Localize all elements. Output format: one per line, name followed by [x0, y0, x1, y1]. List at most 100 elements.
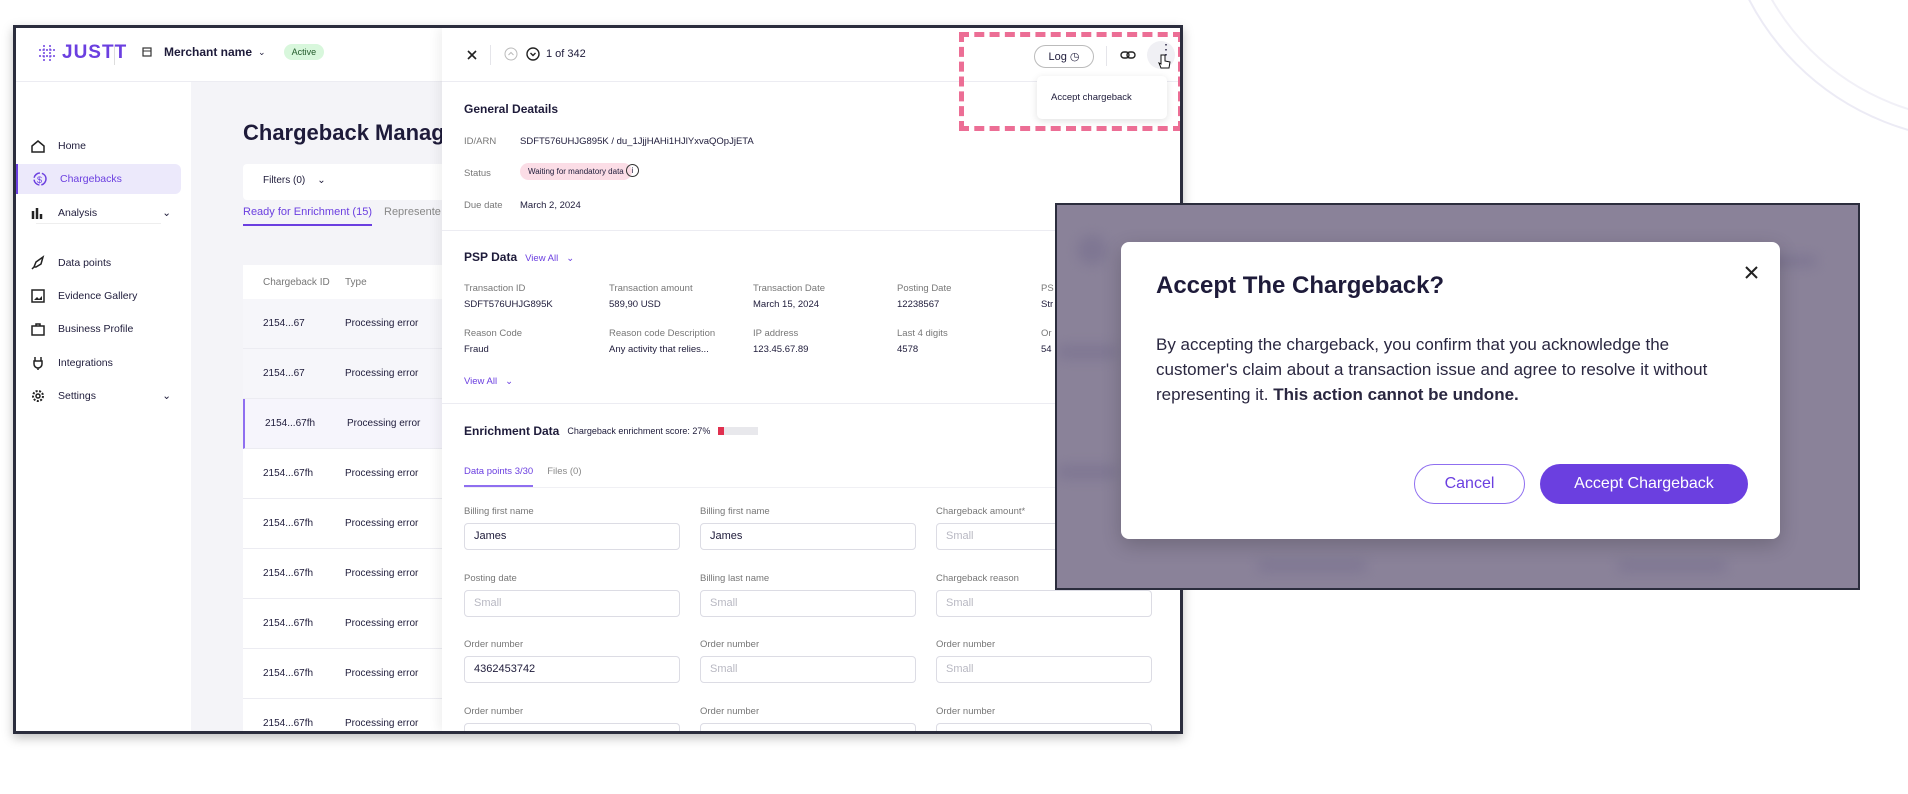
form-field: Order number Small	[936, 639, 1152, 683]
text-input[interactable]: Small	[936, 656, 1152, 683]
sidebar-item-home[interactable]: Home	[16, 131, 181, 161]
chargeback-id: 2154...67fh	[263, 468, 314, 479]
view-all-link[interactable]: View All	[525, 253, 558, 264]
text-input[interactable]: Small	[700, 656, 916, 683]
psp-field: Reason Code Fraud	[464, 328, 523, 355]
merchant-selector[interactable]: Merchant name	[164, 45, 252, 59]
form-field: Posting date Small	[464, 573, 680, 617]
chargeback-type: Processing error	[345, 518, 419, 529]
sidebar-item-evidence-gallery[interactable]: Evidence Gallery	[16, 281, 181, 311]
text-input[interactable]: James	[464, 523, 680, 550]
text-input[interactable]	[464, 723, 680, 731]
text-input[interactable]	[700, 723, 916, 731]
decorative-arcs	[1748, 0, 1908, 131]
chevron-down-icon[interactable]: ⌄	[258, 47, 266, 58]
tab-files[interactable]: Files (0)	[547, 466, 581, 487]
form-field: Order number	[936, 706, 1152, 731]
plug-icon	[33, 357, 43, 370]
chargeback-id: 2154...67fh	[263, 568, 314, 579]
psp-field: Or 54	[1041, 328, 1052, 355]
form-field: Billing first name James	[700, 506, 916, 550]
id-arn-value: SDFT576UHJG895K / du_1JjjHAHi1HJlYxvaQOp…	[520, 136, 754, 147]
sidebar-item-data-points[interactable]: Data points	[16, 248, 181, 278]
accept-chargeback-dialog: Accept The Chargeback? By accepting the …	[1121, 242, 1780, 539]
chargeback-type: Processing error	[345, 318, 419, 329]
tab-data-points[interactable]: Data points 3/30	[464, 466, 534, 487]
view-all-link[interactable]: View All ⌄	[464, 376, 513, 387]
status-badge: Waiting for mandatory data	[520, 163, 632, 180]
column-header[interactable]: Type	[345, 277, 367, 288]
svg-text:$: $	[37, 175, 42, 185]
psp-field: Transaction ID SDFT576UHJG895K	[464, 283, 553, 310]
chargeback-id: 2154...67fh	[263, 518, 314, 529]
general-details-heading: General Deatails	[464, 102, 559, 116]
chevron-down-circle-icon[interactable]	[526, 47, 540, 61]
page-title: Chargeback Manage	[243, 120, 457, 145]
chargeback-id: 2154...67	[263, 318, 305, 329]
info-icon[interactable]: i	[626, 164, 639, 177]
chargeback-id: 2154...67fh	[263, 618, 314, 629]
score-bar	[718, 427, 759, 435]
chevron-down-icon[interactable]: ⌄	[162, 390, 171, 402]
sidebar: Home $ Chargebacks Analysis ⌄ Data points Evid…	[16, 82, 191, 731]
chevron-down-icon[interactable]: ⌄	[162, 207, 171, 219]
chargeback-id: 2154...67fh	[263, 718, 314, 729]
chargeback-id: 2154...67fh	[263, 668, 314, 679]
form-field: Order number	[464, 706, 680, 731]
chargeback-type: Processing error	[345, 668, 419, 679]
logo-grid-icon	[39, 45, 55, 61]
dialog-title: Accept The Chargeback?	[1156, 272, 1445, 299]
psp-data-heading: PSP Data	[464, 250, 518, 264]
gear-icon	[32, 390, 44, 402]
store-icon	[142, 47, 152, 57]
dialog-body: By accepting the chargeback, you confirm…	[1156, 335, 1708, 404]
text-input[interactable]: Small	[464, 590, 680, 617]
sidebar-item-integrations[interactable]: Integrations	[16, 348, 181, 378]
chargeback-type: Processing error	[345, 718, 419, 729]
close-icon[interactable]	[1745, 266, 1758, 279]
highlight-box	[959, 32, 1180, 131]
sidebar-item-chargebacks[interactable]: $ Chargebacks	[16, 164, 181, 194]
tab-represented[interactable]: Represente	[384, 206, 441, 226]
psp-field: Transaction amount 589,90 USD	[609, 283, 693, 310]
sidebar-item-business-profile[interactable]: Business Profile	[16, 314, 181, 344]
chargeback-type: Processing error	[345, 568, 419, 579]
sidebar-item-label: Analysis	[58, 207, 98, 219]
column-header[interactable]: Chargeback ID	[263, 277, 345, 288]
pager-label: 1 of 342	[546, 48, 586, 60]
tab-ready-for-enrichment[interactable]: Ready for Enrichment (15)	[243, 206, 372, 226]
sidebar-item-label: Business Profile	[58, 323, 134, 335]
chargeback-id: 2154...67	[263, 368, 305, 379]
close-icon[interactable]	[466, 49, 478, 61]
sidebar-item-label: Settings	[58, 390, 96, 402]
chargeback-type: Processing error	[345, 468, 419, 479]
text-input[interactable]: 4362453742	[464, 656, 680, 683]
chevron-up-icon[interactable]	[504, 47, 518, 61]
text-input[interactable]: James	[700, 523, 916, 550]
enrichment-heading: Enrichment Data	[464, 424, 560, 438]
text-input[interactable]	[936, 723, 1152, 731]
text-input[interactable]: Small	[936, 590, 1152, 617]
text-input[interactable]: Small	[700, 590, 916, 617]
image-icon	[31, 289, 45, 303]
psp-field: Reason code Description Any activity that…	[609, 328, 716, 355]
accept-chargeback-button[interactable]: Accept Chargeback	[1540, 464, 1748, 504]
form-field: Billing last name Small	[700, 573, 916, 617]
form-field: Billing first name James	[464, 506, 680, 550]
sidebar-item-label: Chargebacks	[60, 173, 122, 185]
form-field: Order number 4362453742	[464, 639, 680, 683]
psp-field: Last 4 digits 4578	[897, 328, 948, 355]
form-field: Order number Small	[700, 639, 916, 683]
psp-field: IP address 123.45.67.89	[753, 328, 809, 355]
chargeback-type: Processing error	[345, 368, 419, 379]
sidebar-item-label: Data points	[58, 257, 112, 269]
sidebar-item-settings[interactable]: Settings ⌄	[16, 381, 181, 411]
bar-chart-icon	[31, 208, 43, 219]
cancel-button[interactable]: Cancel	[1414, 464, 1525, 504]
form-field: Order number	[700, 706, 916, 731]
score-label: Chargeback enrichment score: 27%	[567, 426, 711, 436]
sidebar-item-label: Home	[58, 140, 87, 152]
psp-field: Posting Date 12238567	[897, 283, 952, 310]
chargeback-type: Processing error	[347, 418, 421, 429]
chargeback-type: Processing error	[345, 618, 419, 629]
